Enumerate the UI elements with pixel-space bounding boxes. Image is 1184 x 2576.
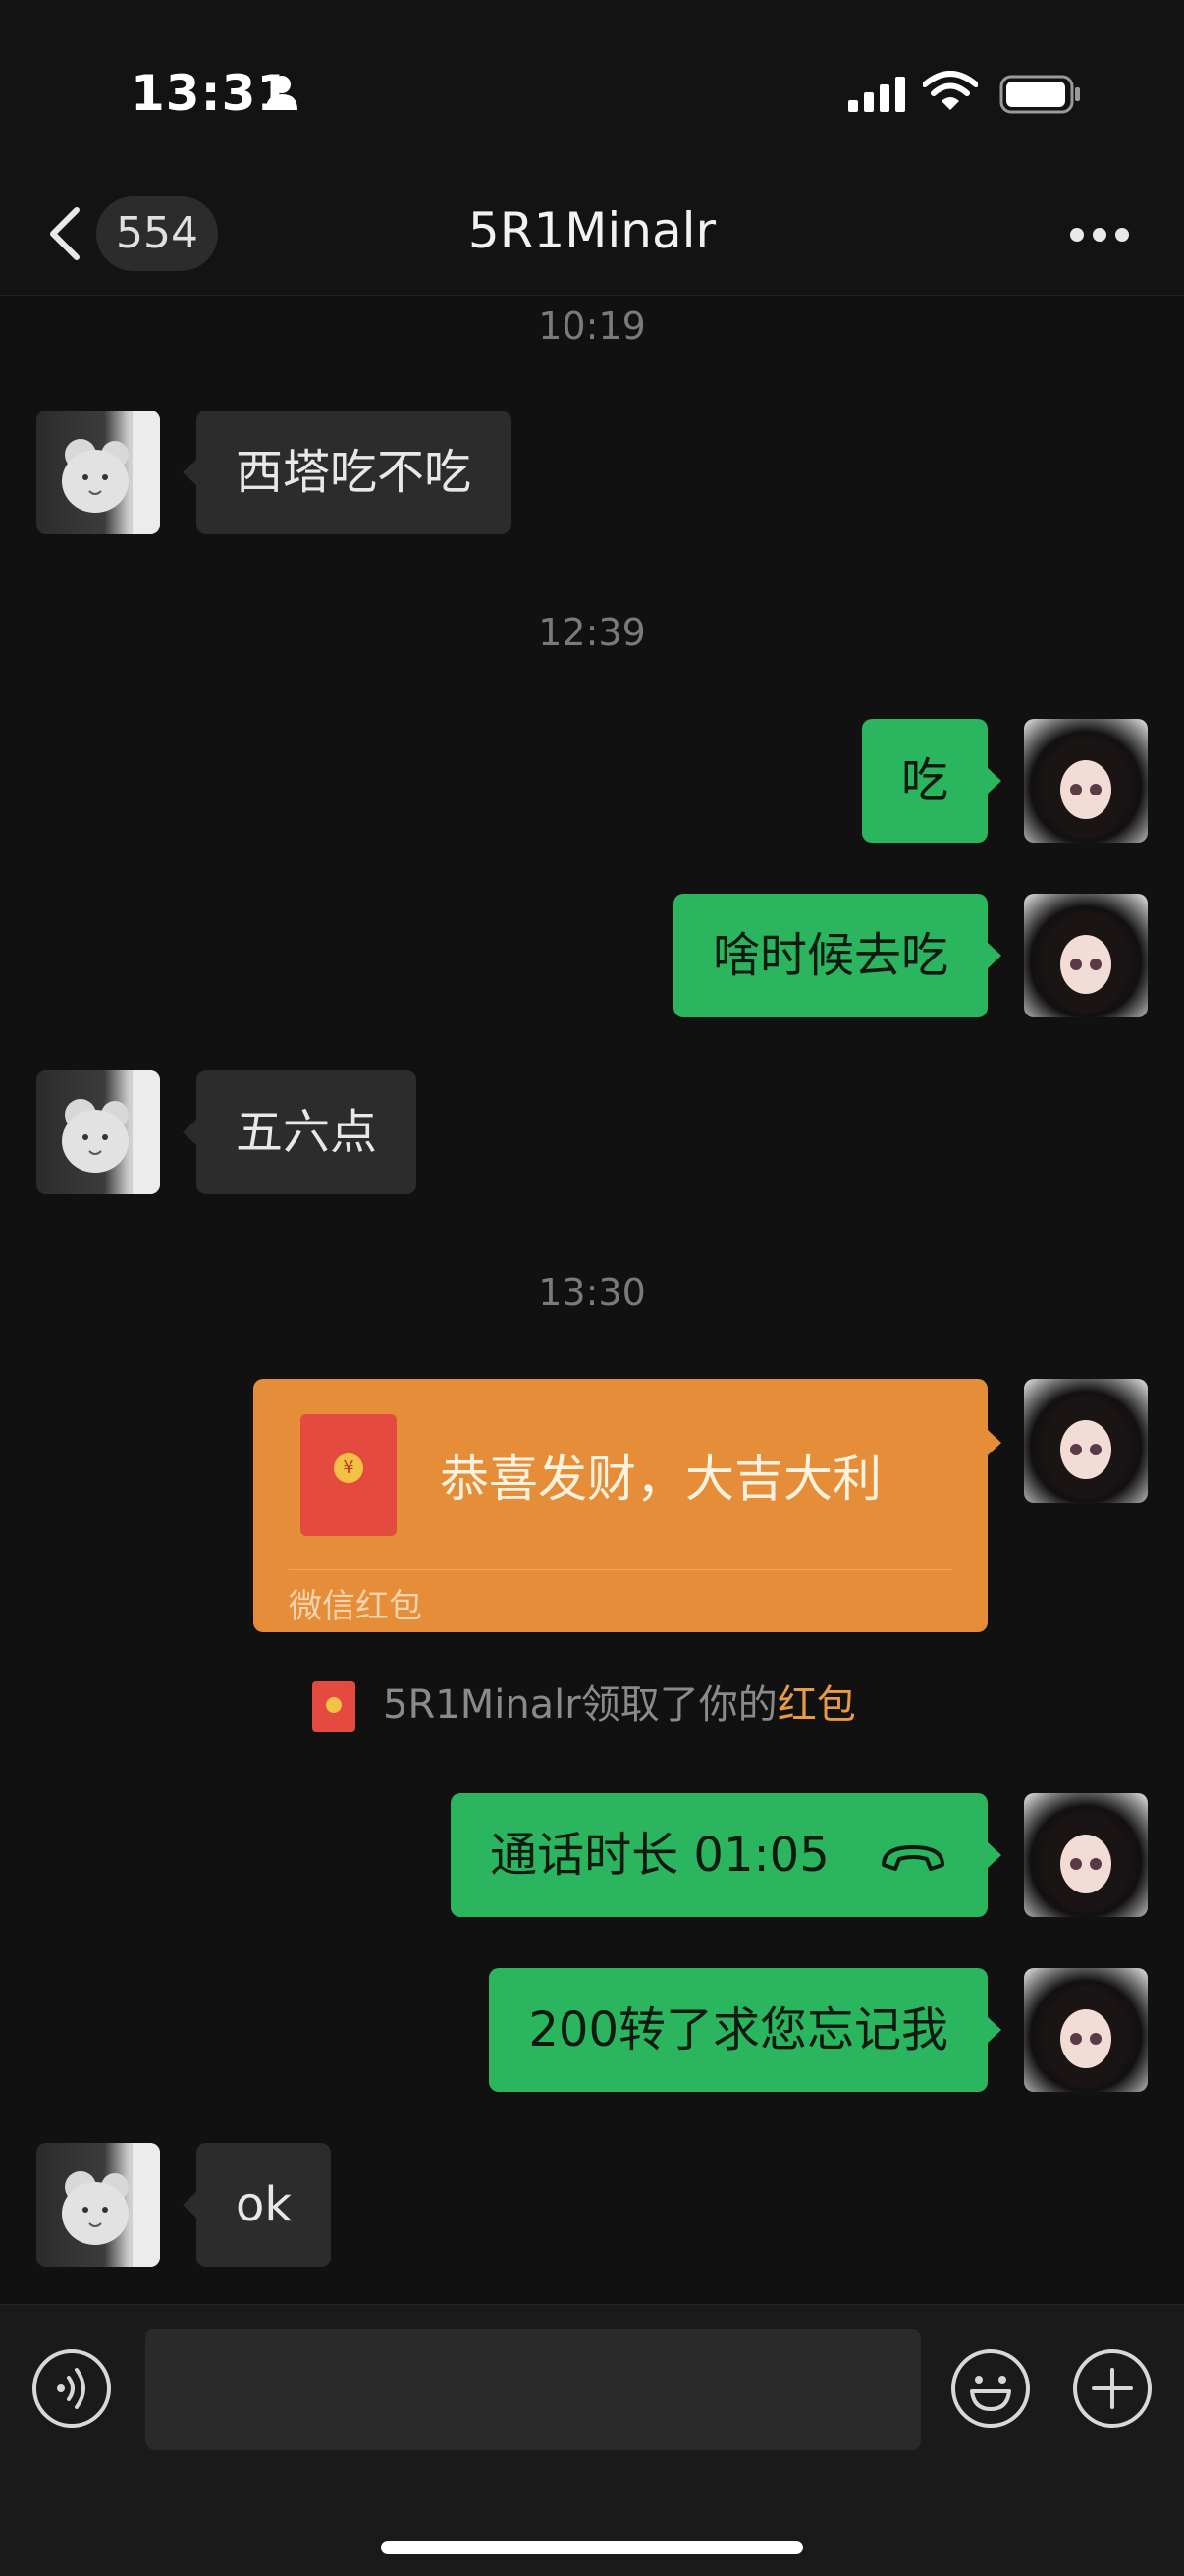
message-timestamp: 12:39 xyxy=(538,611,646,654)
cellular-signal-icon xyxy=(848,77,905,112)
incoming-message[interactable]: ok xyxy=(182,2143,332,2267)
status-bar: 13:31 xyxy=(0,0,1184,167)
plus-icon[interactable] xyxy=(1072,2348,1153,2429)
bear-avatar-icon xyxy=(62,2143,160,2267)
red-packet-icon: ¥ xyxy=(300,1414,397,1536)
emoji-icon[interactable] xyxy=(950,2348,1031,2429)
phone-hangup-icon xyxy=(882,1845,944,1871)
outgoing-message[interactable]: 200转了求您忘记我 xyxy=(489,1968,1001,2092)
contact-avatar[interactable] xyxy=(36,1070,160,1194)
message-timestamp: 10:19 xyxy=(538,304,646,348)
bear-avatar-icon xyxy=(62,1070,160,1194)
voice-input-icon[interactable] xyxy=(31,2348,112,2429)
my-avatar[interactable] xyxy=(1024,1379,1148,1503)
home-indicator[interactable] xyxy=(381,2541,803,2554)
input-bar xyxy=(0,2304,1184,2576)
red-packet-link[interactable]: 红包 xyxy=(778,1682,856,1727)
girl-avatar-icon xyxy=(1043,1986,1129,2088)
my-avatar[interactable] xyxy=(1024,1793,1148,1917)
my-avatar[interactable] xyxy=(1024,719,1148,843)
more-options-icon[interactable] xyxy=(1070,228,1129,244)
notice-text: 领取了你的 xyxy=(580,1682,778,1727)
outgoing-message[interactable]: 吃 xyxy=(861,719,1002,843)
bear-avatar-icon xyxy=(62,411,160,534)
girl-avatar-icon xyxy=(1043,911,1129,1014)
message-timestamp: 13:30 xyxy=(538,1271,646,1314)
incoming-message[interactable]: 五六点 xyxy=(182,1070,417,1194)
call-record-message[interactable]: 通话时长 01:05 xyxy=(451,1793,1001,1917)
call-duration-text: 通话时长 01:05 xyxy=(490,1828,830,1883)
divider xyxy=(289,1569,952,1570)
wifi-icon xyxy=(923,71,978,110)
contact-avatar[interactable] xyxy=(36,2143,160,2267)
notice-contact-name: 5R1Minalr xyxy=(383,1682,581,1727)
girl-avatar-icon xyxy=(1043,1811,1129,1913)
chat-header: 554 5R1Minalr xyxy=(0,167,1184,296)
message-input[interactable] xyxy=(145,2329,921,2450)
my-avatar[interactable] xyxy=(1024,1968,1148,2092)
red-packet-small-icon xyxy=(312,1681,355,1732)
red-packet-message[interactable]: ¥ 恭喜发财，大吉大利 微信红包 xyxy=(253,1379,1001,1632)
red-packet-title: 恭喜发财，大吉大利 xyxy=(440,1451,882,1507)
girl-avatar-icon xyxy=(1043,737,1129,839)
my-avatar[interactable] xyxy=(1024,894,1148,1017)
red-packet-label: 微信红包 xyxy=(289,1587,422,1626)
contact-avatar[interactable] xyxy=(36,411,160,534)
incoming-message[interactable]: 西塔吃不吃 xyxy=(182,411,511,534)
battery-icon xyxy=(999,75,1080,114)
person-icon xyxy=(266,76,297,110)
outgoing-message[interactable]: 啥时候去吃 xyxy=(673,894,1002,1017)
chat-title: 5R1Minalr xyxy=(467,202,717,259)
girl-avatar-icon xyxy=(1043,1397,1129,1499)
